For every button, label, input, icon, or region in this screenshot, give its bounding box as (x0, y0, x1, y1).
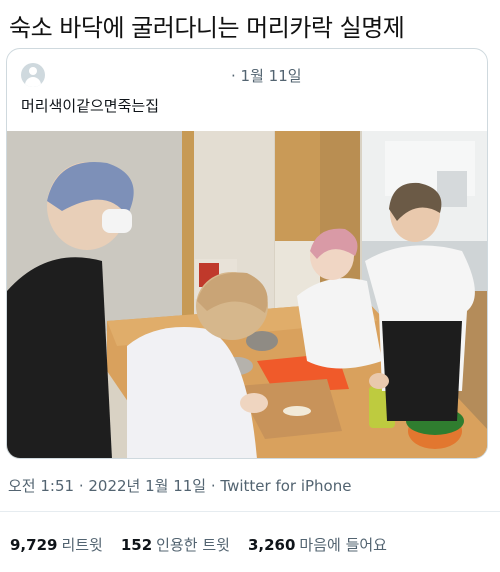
likes-count: 3,260 (247, 536, 296, 554)
divider (0, 511, 500, 512)
quote-tweets-count: 152 (120, 536, 153, 554)
post-title: 숙소 바닥에 굴러다니는 머리카락 실명제 (9, 14, 405, 42)
quoted-tweet-date[interactable]: · 1월 11일 (231, 65, 302, 86)
likes-stat[interactable]: 3,260 마음에 들어요 (248, 534, 387, 555)
tweet-timestamp-source[interactable]: 오전 1:51 · 2022년 1월 11일 · Twitter for iPh… (8, 475, 351, 496)
retweets-count: 9,729 (10, 536, 58, 554)
quoted-tweet-header (21, 63, 45, 87)
default-avatar-icon[interactable] (21, 63, 45, 87)
quoted-tweet-text: 머리색이같으면죽는집 (21, 97, 160, 115)
tweet-stats-bar: 9,729 리트윗 152 인용한 트윗 3,260 마음에 들어요 (10, 534, 387, 555)
tweet-photo[interactable] (7, 131, 487, 458)
retweets-label: 리트윗 (61, 536, 103, 554)
quoted-tweet-card[interactable]: · 1월 11일 머리색이같으면죽는집 (6, 48, 488, 459)
quote-tweets-label: 인용한 트윗 (156, 536, 230, 554)
kitchen-scene-image (7, 131, 487, 458)
likes-label: 마음에 들어요 (299, 536, 387, 554)
retweets-stat[interactable]: 9,729 리트윗 (10, 534, 103, 555)
quote-tweets-stat[interactable]: 152 인용한 트윗 (121, 534, 230, 555)
